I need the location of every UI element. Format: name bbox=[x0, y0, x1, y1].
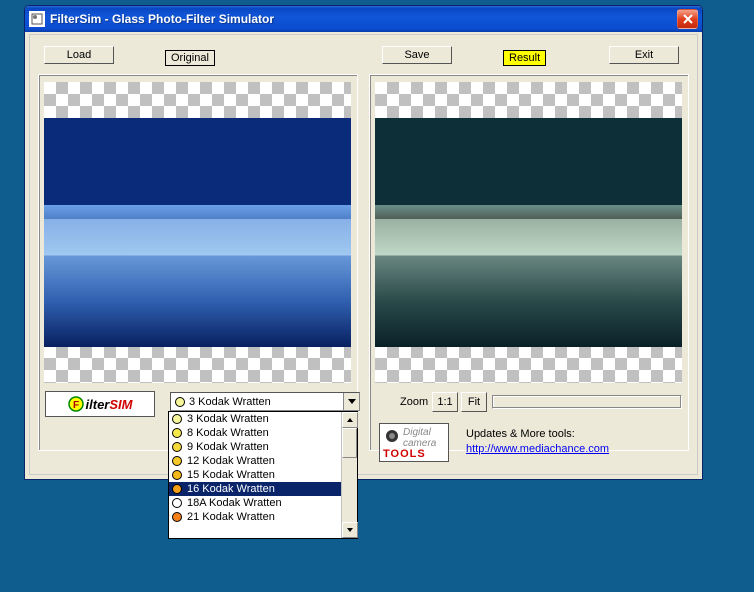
filter-option[interactable]: 8 Kodak Wratten bbox=[169, 426, 341, 440]
color-swatch-icon bbox=[172, 470, 182, 480]
filter-swatch-icon bbox=[175, 397, 185, 407]
updates-label: Updates & More tools: bbox=[466, 428, 575, 440]
filter-option-label: 9 Kodak Wratten bbox=[187, 441, 269, 453]
close-button[interactable] bbox=[677, 9, 698, 29]
filter-combo[interactable]: 3 Kodak Wratten bbox=[170, 392, 360, 411]
digital-camera-tools-logo: Digital camera TOOLS bbox=[379, 423, 449, 462]
svg-text:F: F bbox=[72, 400, 78, 411]
filter-dropdown-list[interactable]: 3 Kodak Wratten 8 Kodak Wratten 9 Kodak Wr… bbox=[168, 411, 358, 539]
original-label: Original bbox=[165, 50, 215, 66]
filter-option-label: 15 Kodak Wratten bbox=[187, 469, 275, 481]
filter-option[interactable]: 3 Kodak Wratten bbox=[169, 412, 341, 426]
filter-combo-selected: 3 Kodak Wratten bbox=[189, 396, 343, 408]
filter-option[interactable]: 18A Kodak Wratten bbox=[169, 496, 341, 510]
filtersim-logo: F ilterSIM bbox=[45, 391, 155, 417]
original-image bbox=[44, 118, 351, 347]
tools-line1: Digital bbox=[403, 427, 436, 438]
chevron-down-icon bbox=[343, 393, 359, 410]
dropdown-scrollbar[interactable] bbox=[341, 412, 357, 538]
result-label: Result bbox=[503, 50, 546, 66]
client-area: Load Original Save Result Exit F ilterSI… bbox=[29, 34, 698, 475]
zoom-fit-button[interactable]: Fit bbox=[461, 392, 487, 412]
updates-link[interactable]: http://www.mediachance.com bbox=[466, 443, 609, 455]
color-swatch-icon bbox=[172, 428, 182, 438]
logo-prefix: ilter bbox=[86, 397, 110, 412]
zoom-label: Zoom bbox=[400, 396, 428, 408]
load-button[interactable]: Load bbox=[44, 46, 114, 64]
color-swatch-icon bbox=[172, 512, 182, 522]
app-icon bbox=[29, 11, 45, 27]
filter-option-label: 18A Kodak Wratten bbox=[187, 497, 282, 509]
filter-option[interactable]: 9 Kodak Wratten bbox=[169, 440, 341, 454]
titlebar: FilterSim - Glass Photo-Filter Simulator bbox=[25, 6, 702, 32]
result-image bbox=[375, 118, 682, 347]
window-title: FilterSim - Glass Photo-Filter Simulator bbox=[50, 12, 677, 26]
filter-option-label: 21 Kodak Wratten bbox=[187, 511, 275, 523]
filter-option[interactable]: 21 Kodak Wratten bbox=[169, 510, 341, 524]
scroll-thumb[interactable] bbox=[342, 428, 357, 458]
zoom-track[interactable] bbox=[492, 395, 682, 409]
filter-option[interactable]: 16 Kodak Wratten bbox=[169, 482, 341, 496]
color-swatch-icon bbox=[172, 484, 182, 494]
tools-line3: TOOLS bbox=[383, 449, 445, 460]
filter-option-label: 16 Kodak Wratten bbox=[187, 483, 275, 495]
filter-option[interactable]: 15 Kodak Wratten bbox=[169, 468, 341, 482]
logo-suffix: SIM bbox=[109, 397, 132, 412]
filter-option-label: 12 Kodak Wratten bbox=[187, 455, 275, 467]
app-window: FilterSim - Glass Photo-Filter Simulator… bbox=[24, 5, 703, 480]
filter-option[interactable]: 12 Kodak Wratten bbox=[169, 454, 341, 468]
filter-option-label: 8 Kodak Wratten bbox=[187, 427, 269, 439]
exit-button[interactable]: Exit bbox=[609, 46, 679, 64]
camera-icon bbox=[383, 427, 401, 445]
original-image-pane[interactable] bbox=[44, 82, 351, 383]
scroll-up-button[interactable] bbox=[342, 412, 358, 428]
zoom-1-1-button[interactable]: 1:1 bbox=[432, 392, 458, 412]
result-image-pane[interactable] bbox=[375, 82, 682, 383]
color-swatch-icon bbox=[172, 442, 182, 452]
color-swatch-icon bbox=[172, 414, 182, 424]
color-swatch-icon bbox=[172, 498, 182, 508]
scroll-down-button[interactable] bbox=[342, 522, 358, 538]
color-swatch-icon bbox=[172, 456, 182, 466]
filter-option-label: 3 Kodak Wratten bbox=[187, 413, 269, 425]
save-button[interactable]: Save bbox=[382, 46, 452, 64]
